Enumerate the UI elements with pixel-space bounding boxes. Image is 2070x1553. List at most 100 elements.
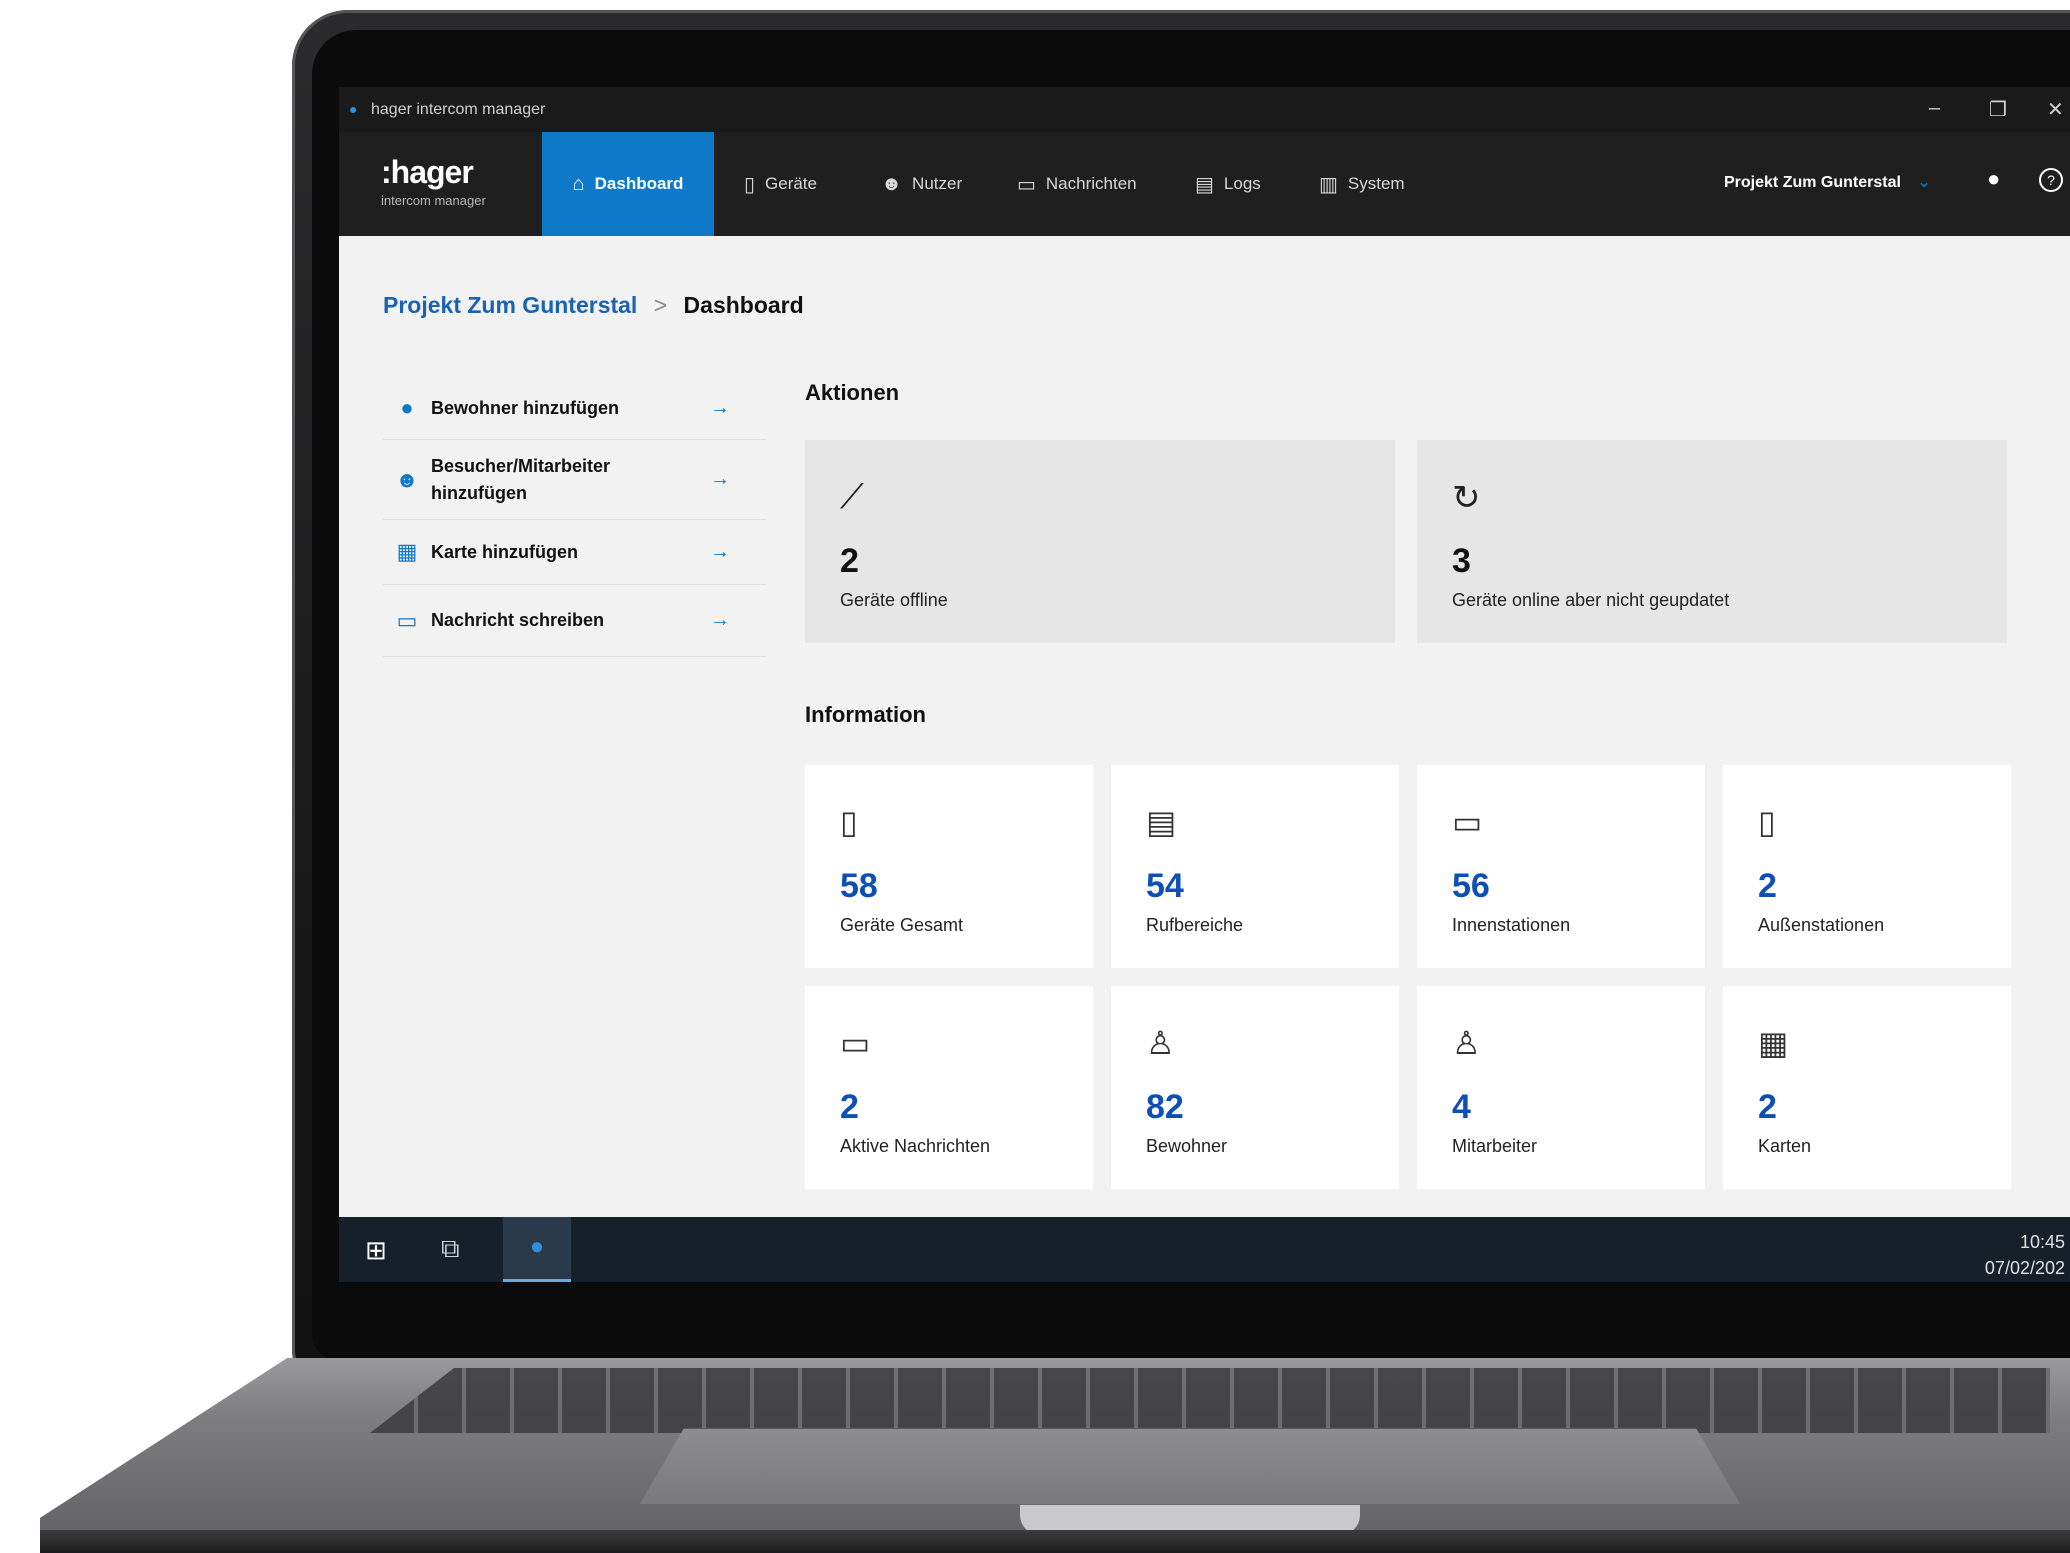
info-card-label: Bewohner [1146, 1136, 1228, 1156]
message-icon: ▭ [1017, 173, 1036, 196]
arrow-right-icon: → [710, 609, 730, 631]
nav-nutzer-label: Nutzer [912, 174, 963, 193]
top-navbar: :hager intercom manager ⌂ Dashboard ▯ Ge… [339, 132, 2070, 236]
breadcrumb: Projekt Zum Gunterstal > Dashboard [383, 292, 804, 319]
action-card-label: Geräte online aber nicht geupdatet [1452, 590, 1730, 610]
taskbar-app-bell[interactable]: ● [503, 1217, 571, 1282]
help-icon[interactable]: ? [2039, 168, 2063, 192]
device-wifi-icon: ▯ [840, 804, 858, 840]
task-view-icon[interactable]: ⧉ [441, 1233, 460, 1265]
info-card-label: Außenstationen [1758, 915, 1885, 935]
info-card-value: 4 [1452, 1088, 1471, 1126]
arrow-right-icon: → [710, 468, 730, 490]
outdoor-station-icon: ▯ [1758, 804, 1776, 840]
window-title: hager intercom manager [371, 101, 546, 118]
info-card-aussenstationen[interactable]: ▯ 2 Außenstationen [1723, 765, 2011, 968]
info-card-geraete-gesamt[interactable]: ▯ 58 Geräte Gesamt [805, 765, 1093, 968]
staff-icon: ♙ [1452, 1025, 1481, 1061]
taskbar-time: 10:45 [2019, 1232, 2065, 1252]
quick-action-label: Nachricht schreiben [431, 610, 605, 630]
taskbar-clock[interactable]: 10:45 07/02/202 [1979, 1229, 2065, 1281]
info-card-mitarbeiter[interactable]: ♙ 4 Mitarbeiter [1417, 986, 1705, 1189]
quick-action-label: Bewohner hinzufügen [431, 397, 619, 418]
card-icon: ▦ [396, 539, 418, 564]
info-card-label: Rufbereiche [1146, 915, 1244, 935]
chevron-down-icon: ⌄ [1917, 174, 1931, 191]
nav-geraete-label: Geräte [765, 174, 817, 193]
chat-icon: ▭ [396, 607, 418, 633]
chat-icon: ▭ [840, 1025, 871, 1061]
quick-action-bewohner[interactable]: ● Bewohner hinzufügen → [383, 377, 766, 440]
action-card-not-updated[interactable]: ↻ 3 Geräte online aber nicht geupdatet [1417, 440, 2007, 643]
minimize-button[interactable]: – [1929, 97, 1940, 120]
info-card-label: Innenstationen [1452, 915, 1571, 935]
person-icon: ● [400, 395, 414, 420]
logs-icon: ▤ [1195, 173, 1214, 196]
call-panel-icon: ▤ [1146, 804, 1177, 840]
bell-icon: ● [529, 1233, 545, 1260]
arrow-right-icon: → [710, 540, 730, 563]
person-outline-icon: ♙ [1146, 1025, 1175, 1061]
nav-geraete[interactable]: ▯ Geräte [734, 132, 827, 236]
laptop-trackpad [640, 1428, 1740, 1504]
window-titlebar: ● hager intercom manager – ❐ ✕ [339, 87, 2070, 132]
info-card-value: 56 [1452, 867, 1490, 905]
info-card-rufbereiche[interactable]: ▤ 54 Rufbereiche [1111, 765, 1399, 968]
system-icon: ▥ [1319, 173, 1338, 196]
info-card-value: 2 [1758, 867, 1777, 905]
info-card-aktive-nachrichten[interactable]: ▭ 2 Aktive Nachrichten [805, 986, 1093, 1189]
badge-card-icon: ▦ [1758, 1025, 1789, 1061]
nav-nachrichten[interactable]: ▭ Nachrichten [1007, 132, 1147, 236]
action-card-value: 3 [1452, 542, 1471, 580]
info-card-value: 58 [840, 867, 878, 905]
refresh-icon: ↻ [1452, 479, 1481, 517]
quick-action-label: Karte hinzufügen [431, 541, 578, 562]
breadcrumb-separator: > [653, 292, 668, 318]
app-bell-icon: ● [349, 101, 358, 117]
breadcrumb-project-link[interactable]: Projekt Zum Gunterstal [383, 292, 637, 318]
brand-name: :hager [381, 154, 474, 190]
group-icon: ☻ [395, 466, 419, 492]
nav-system[interactable]: ▥ System [1309, 132, 1415, 236]
info-card-value: 2 [840, 1088, 859, 1126]
home-icon: ⌂ [572, 172, 585, 195]
nav-system-label: System [1347, 174, 1405, 193]
info-card-label: Aktive Nachrichten [840, 1136, 991, 1156]
project-selector-label: Projekt Zum Gunterstal [1724, 174, 1901, 191]
monitor-icon: ▭ [1452, 804, 1483, 840]
app-screen: ● hager intercom manager – ❐ ✕ :hager in… [339, 87, 2070, 1282]
info-card-bewohner[interactable]: ♙ 82 Bewohner [1111, 986, 1399, 1189]
users-icon: ☻ [881, 172, 903, 195]
info-card-value: 2 [1758, 1088, 1777, 1126]
nav-dashboard[interactable]: ⌂ Dashboard [542, 132, 714, 236]
action-card-value: 2 [840, 542, 859, 580]
action-card-offline[interactable]: ⟋ 2 Geräte offline [805, 440, 1395, 643]
brand-subtitle: intercom manager [381, 193, 486, 208]
project-selector[interactable]: Projekt Zum Gunterstal ⌄ [1724, 172, 1931, 192]
quick-actions-list: ● Bewohner hinzufügen → ☻ Besucher/Mitar… [383, 377, 766, 657]
section-title-information: Information [805, 702, 926, 727]
nav-dashboard-label: Dashboard [594, 174, 684, 193]
windows-start-icon[interactable]: ⊞ [365, 1235, 387, 1266]
nav-logs-label: Logs [1223, 174, 1261, 193]
info-card-value: 54 [1146, 867, 1184, 905]
user-icon[interactable]: ● [1987, 166, 2000, 192]
maximize-button[interactable]: ❐ [1989, 97, 2007, 122]
quick-action-besucher[interactable]: ☻ Besucher/Mitarbeiter hinzufügen → [383, 440, 766, 520]
hager-logo: :hager intercom manager [381, 154, 486, 208]
laptop-keyboard [370, 1368, 2050, 1433]
info-card-label: Mitarbeiter [1452, 1136, 1538, 1156]
os-taskbar: ⊞ ⧉ ● 10:45 07/02/202 [339, 1217, 2070, 1282]
quick-action-nachricht[interactable]: ▭ Nachricht schreiben → [383, 585, 766, 657]
action-card-label: Geräte offline [840, 590, 948, 610]
nav-nutzer[interactable]: ☻ Nutzer [871, 132, 972, 236]
device-icon: ▯ [744, 173, 756, 196]
info-card-label: Geräte Gesamt [840, 915, 964, 935]
quick-action-karte[interactable]: ▦ Karte hinzufügen → [383, 520, 766, 585]
info-card-karten[interactable]: ▦ 2 Karten [1723, 986, 2011, 1189]
close-button[interactable]: ✕ [2047, 97, 2064, 122]
quick-action-label: Besucher/Mitarbeiter hinzufügen [431, 455, 611, 503]
info-card-innenstationen[interactable]: ▭ 56 Innenstationen [1417, 765, 1705, 968]
offline-icon: ⟋ [840, 478, 864, 516]
nav-logs[interactable]: ▤ Logs [1185, 132, 1271, 236]
